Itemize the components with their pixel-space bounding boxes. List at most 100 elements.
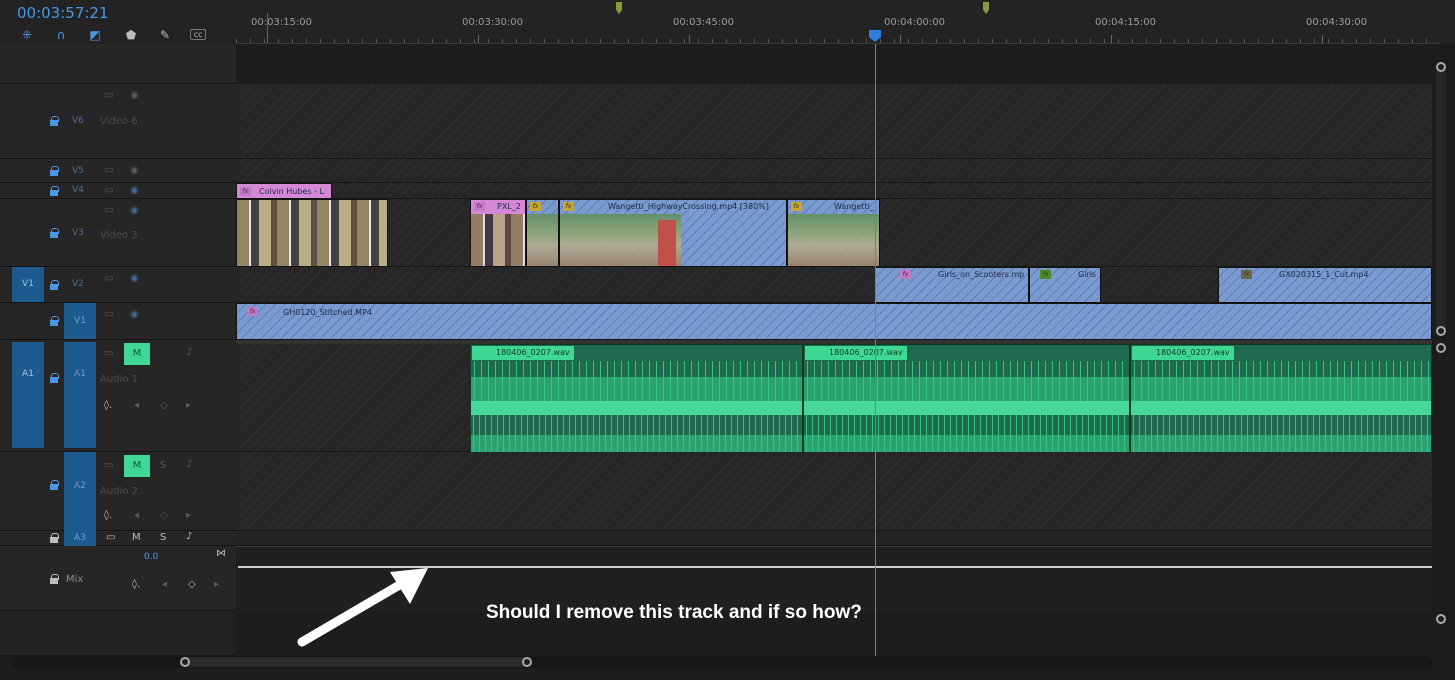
clip-colvin[interactable]: fx Colvin Hubes - L (236, 183, 332, 199)
track-header-v5[interactable]: V5 ▭ ◉ (0, 159, 236, 183)
next-keyframe-icon[interactable]: ▸ (186, 400, 191, 411)
clip-audio-2[interactable]: fx 180406_0207.wav (803, 344, 1130, 454)
zoom-handle-left[interactable] (180, 657, 190, 667)
microphone-icon[interactable]: ♪ (186, 347, 192, 358)
track-target-a2[interactable]: A2 (64, 452, 96, 531)
sync-lock-icon[interactable]: ▭ (104, 90, 113, 101)
mute-button[interactable]: M (132, 532, 141, 543)
clip-pxl[interactable]: fx PXL_2 (470, 199, 526, 267)
lane-v1[interactable]: fx GH0120_Stitched.MP4 (236, 303, 1432, 340)
lock-icon[interactable] (50, 166, 59, 176)
add-keyframe-icon[interactable]: ◇ (188, 579, 196, 590)
scroll-handle[interactable] (1436, 62, 1446, 72)
add-keyframe-icon[interactable]: ◇ (160, 400, 168, 411)
sync-lock-icon[interactable]: ▭ (104, 165, 113, 176)
mute-button[interactable]: M (124, 455, 150, 477)
sync-lock-icon[interactable]: ▭ (106, 532, 115, 543)
lane-v3[interactable]: fx PXL_2 fx fx Wangetti_HighwayCrossing.… (236, 199, 1432, 267)
clip-v3-small[interactable]: fx (526, 199, 559, 267)
eye-hidden-icon[interactable]: ◉ (130, 309, 139, 320)
lock-icon[interactable] (50, 186, 59, 196)
scroll-handle[interactable] (1436, 343, 1446, 353)
sync-lock-icon[interactable]: ▭ (104, 205, 113, 216)
clip-girls-scooters[interactable]: fx Girls_on_Scooters.mp (875, 267, 1029, 303)
sync-lock-icon[interactable]: ▭ (104, 185, 113, 196)
lock-icon[interactable] (50, 533, 59, 543)
clip-wangetti[interactable]: fx Wangetti_HighwayCrossing.mp4 [380%] (559, 199, 787, 267)
timeline-tracks[interactable]: fx Colvin Hubes - L fx PXL_2 fx fx Wange… (236, 84, 1432, 546)
track-target-a3[interactable]: A3 (64, 531, 96, 546)
keyframe-icon[interactable]: ◊. (132, 579, 140, 590)
mute-button[interactable]: M (124, 343, 150, 365)
linked-selection-icon[interactable]: ◩ (88, 28, 102, 42)
zoom-handle-right[interactable] (522, 657, 532, 667)
sync-lock-icon[interactable]: ▭ (104, 273, 113, 284)
snap-icon[interactable]: ⁜ (20, 28, 34, 42)
keyframe-icon[interactable]: ◊. (104, 400, 112, 411)
eye-hidden-icon[interactable]: ◉ (130, 205, 139, 216)
scroll-handle[interactable] (1436, 326, 1446, 336)
clip-girls[interactable]: fx Girls (1029, 267, 1101, 303)
magnet-icon[interactable]: ∩ (54, 28, 68, 42)
lane-v6[interactable] (236, 84, 1432, 159)
eye-hidden-icon[interactable]: ◉ (130, 185, 139, 196)
sync-lock-icon[interactable]: ▭ (104, 348, 113, 359)
track-header-a1[interactable]: A1 A1 ▭ M ♪ Audio 1 ◊. ◂ ◇ ▸ (0, 340, 236, 452)
track-header-a3[interactable]: A3 ▭ M S ♪ (0, 531, 236, 546)
track-header-mix[interactable]: Mix 0.0 ⋈ ◊. ◂ ◇ ▸ (0, 546, 236, 611)
track-header-v2[interactable]: V1 V2 ▭ ◉ (0, 267, 236, 303)
track-header-v4[interactable]: V4 ▭ ◉ (0, 183, 236, 199)
prev-keyframe-icon[interactable]: ◂ (134, 400, 139, 411)
next-keyframe-icon[interactable]: ▸ (186, 510, 191, 521)
clip-wangetti-2[interactable]: fx Wangetti_ (787, 199, 880, 267)
clip-gx020315[interactable]: fx GX020315_1_Cut.mp4 (1218, 267, 1432, 303)
mix-volume-value[interactable]: 0.0 (144, 552, 158, 562)
track-header-v6[interactable]: V6 ▭ ◉ Video 6 (0, 84, 236, 159)
track-header-v3[interactable]: V3 ▭ ◉ Video 3 (0, 199, 236, 267)
wrench-icon[interactable]: ✎ (158, 28, 172, 42)
horizontal-scrollbar[interactable] (12, 656, 1432, 668)
playhead-line[interactable] (875, 44, 876, 656)
eye-icon[interactable]: ◉ (130, 90, 139, 101)
lock-icon[interactable] (50, 280, 59, 290)
microphone-icon[interactable]: ♪ (186, 531, 192, 542)
sync-lock-icon[interactable]: ▭ (104, 309, 113, 320)
lock-icon[interactable] (50, 480, 59, 490)
track-target-a1[interactable]: A1 (64, 342, 96, 448)
scroll-handle[interactable] (1436, 614, 1446, 624)
lock-icon[interactable] (50, 228, 59, 238)
lane-v2[interactable]: fx Girls_on_Scooters.mp fx Girls fx GX02… (236, 267, 1432, 303)
eye-icon[interactable]: ◉ (130, 165, 139, 176)
clip-audio-3[interactable]: fx 180406_0207.wav (1130, 344, 1432, 454)
microphone-icon[interactable]: ♪ (186, 459, 192, 470)
add-keyframe-icon[interactable]: ◇ (160, 510, 168, 521)
sync-lock-icon[interactable]: ▭ (104, 460, 113, 471)
marker-icon[interactable]: ⬟ (124, 28, 138, 42)
keyframe-icon[interactable]: ◊. (104, 510, 112, 521)
video-scroll-thumb[interactable] (1436, 66, 1446, 336)
next-keyframe-icon[interactable]: ▸ (214, 579, 219, 590)
prev-keyframe-icon[interactable]: ◂ (162, 579, 167, 590)
track-header-v1[interactable]: V1 ▭ ◉ (0, 303, 236, 340)
lock-icon[interactable] (50, 316, 59, 326)
captions-icon[interactable]: cc (190, 29, 206, 40)
clip-audio-1[interactable]: fx 180406_0207.wav (470, 344, 803, 454)
lane-a2[interactable] (236, 452, 1432, 531)
lane-a3[interactable] (236, 531, 1432, 546)
clip-gh0120[interactable]: fx GH0120_Stitched.MP4 (236, 303, 1432, 340)
lane-v5[interactable] (236, 159, 1432, 183)
source-patch-a1[interactable]: A1 (12, 342, 44, 448)
lock-icon[interactable] (50, 116, 59, 126)
lock-icon[interactable] (50, 574, 59, 584)
lock-icon[interactable] (50, 373, 59, 383)
track-header-a2[interactable]: A2 ▭ M S ♪ Audio 2 ◊. ◂ ◇ ▸ (0, 452, 236, 531)
clip-v3-stills[interactable] (236, 199, 388, 267)
zoom-scroll-thumb[interactable] (182, 657, 528, 667)
solo-button[interactable]: S (160, 532, 166, 543)
lane-v4[interactable]: fx Colvin Hubes - L (236, 183, 1432, 199)
source-patch-v1[interactable]: V1 (12, 267, 44, 302)
prev-keyframe-icon[interactable]: ◂ (134, 510, 139, 521)
lane-a1[interactable]: fx 180406_0207.wav fx 180406_0207.wav fx… (236, 340, 1432, 454)
playhead-timecode[interactable]: 00:03:57:21 (17, 4, 109, 22)
track-target-v1[interactable]: V1 (64, 303, 96, 339)
